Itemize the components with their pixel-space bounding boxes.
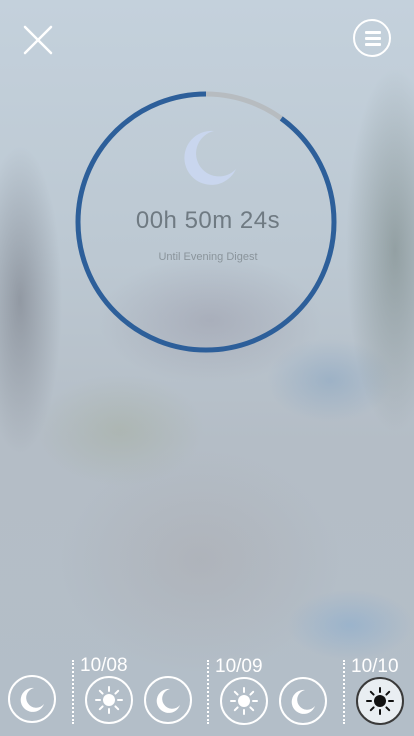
close-button[interactable] — [20, 22, 56, 58]
moon-icon — [20, 687, 44, 712]
sun-icon — [95, 686, 123, 714]
day-divider — [72, 660, 74, 724]
timeline-moon-button[interactable] — [279, 677, 327, 725]
countdown-timer: 00h 50m 24s — [135, 207, 281, 234]
menu-button[interactable] — [353, 19, 391, 57]
date-label: 10/10 — [351, 656, 399, 677]
countdown-subtitle: Until Evening Digest — [158, 251, 258, 263]
moon-icon — [184, 130, 236, 185]
day-divider — [343, 660, 345, 724]
timeline-sun-button[interactable] — [85, 676, 133, 724]
moon-icon — [156, 688, 180, 713]
timeline-moon-button[interactable] — [144, 676, 192, 724]
timeline-sun-button-active[interactable] — [356, 677, 404, 725]
close-icon — [23, 25, 53, 55]
date-label: 10/08 — [80, 655, 128, 676]
sun-icon — [230, 687, 258, 715]
date-label: 10/09 — [215, 656, 263, 677]
day-divider — [207, 660, 209, 724]
moon-icon — [291, 689, 315, 714]
sun-icon — [366, 687, 394, 715]
timeline-sun-button[interactable] — [220, 677, 268, 725]
timeline-moon-button[interactable] — [8, 675, 56, 723]
